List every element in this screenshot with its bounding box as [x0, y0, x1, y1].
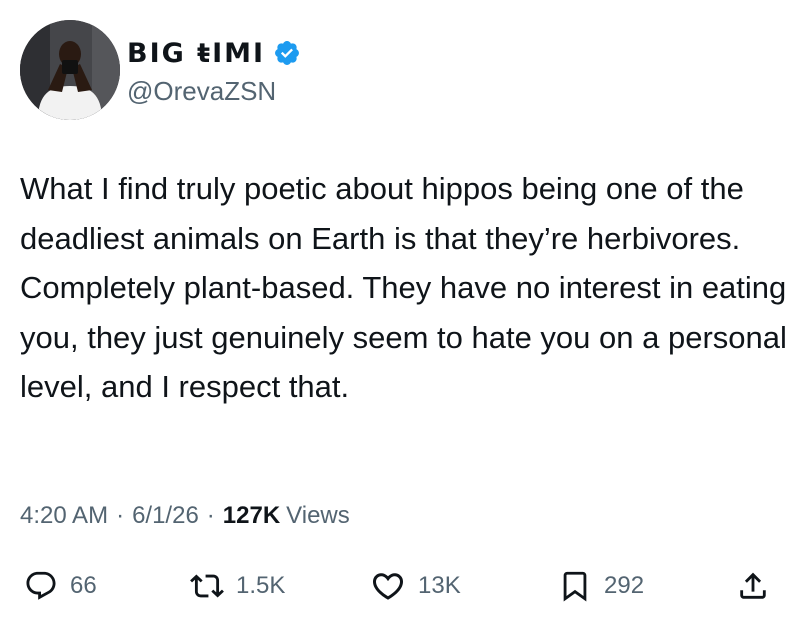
retweet-button[interactable]: 1.5K: [190, 568, 285, 604]
tweet-date[interactable]: 6/1/26: [132, 502, 199, 530]
tweet-time[interactable]: 4:20 AM: [20, 502, 108, 530]
retweet-count: 1.5K: [236, 572, 286, 599]
handle[interactable]: @OrevaZSN: [127, 76, 301, 107]
bookmark-count: 292: [604, 572, 645, 599]
reply-button[interactable]: 66: [24, 568, 97, 604]
share-button[interactable]: [736, 568, 770, 604]
tweet-text: What I find truly poetic about hippos be…: [20, 171, 787, 405]
retweet-icon: [190, 574, 224, 598]
display-name[interactable]: BIG ŧIMI: [127, 38, 265, 69]
meta-separator: ·: [116, 502, 125, 529]
views-count: 127K: [222, 502, 281, 529]
share-icon: [740, 572, 766, 599]
heart-icon: [372, 573, 404, 600]
verified-badge-icon: [275, 41, 300, 65]
like-count: 13K: [418, 572, 461, 599]
reply-icon: [26, 571, 56, 600]
reply-count: 66: [70, 572, 97, 599]
avatar[interactable]: [20, 20, 120, 120]
bookmark-icon: [563, 571, 587, 602]
bookmark-button[interactable]: 292: [558, 568, 644, 604]
views-label: Views: [286, 502, 350, 529]
like-button[interactable]: 13K: [370, 568, 461, 604]
author-block: BIG ŧIMI @OrevaZSN: [127, 36, 301, 107]
meta-separator: ·: [206, 502, 215, 529]
avatar-photo: [20, 20, 120, 120]
tweet-meta: 4:20 AM · 6/1/26 · 127K Views: [20, 502, 350, 530]
